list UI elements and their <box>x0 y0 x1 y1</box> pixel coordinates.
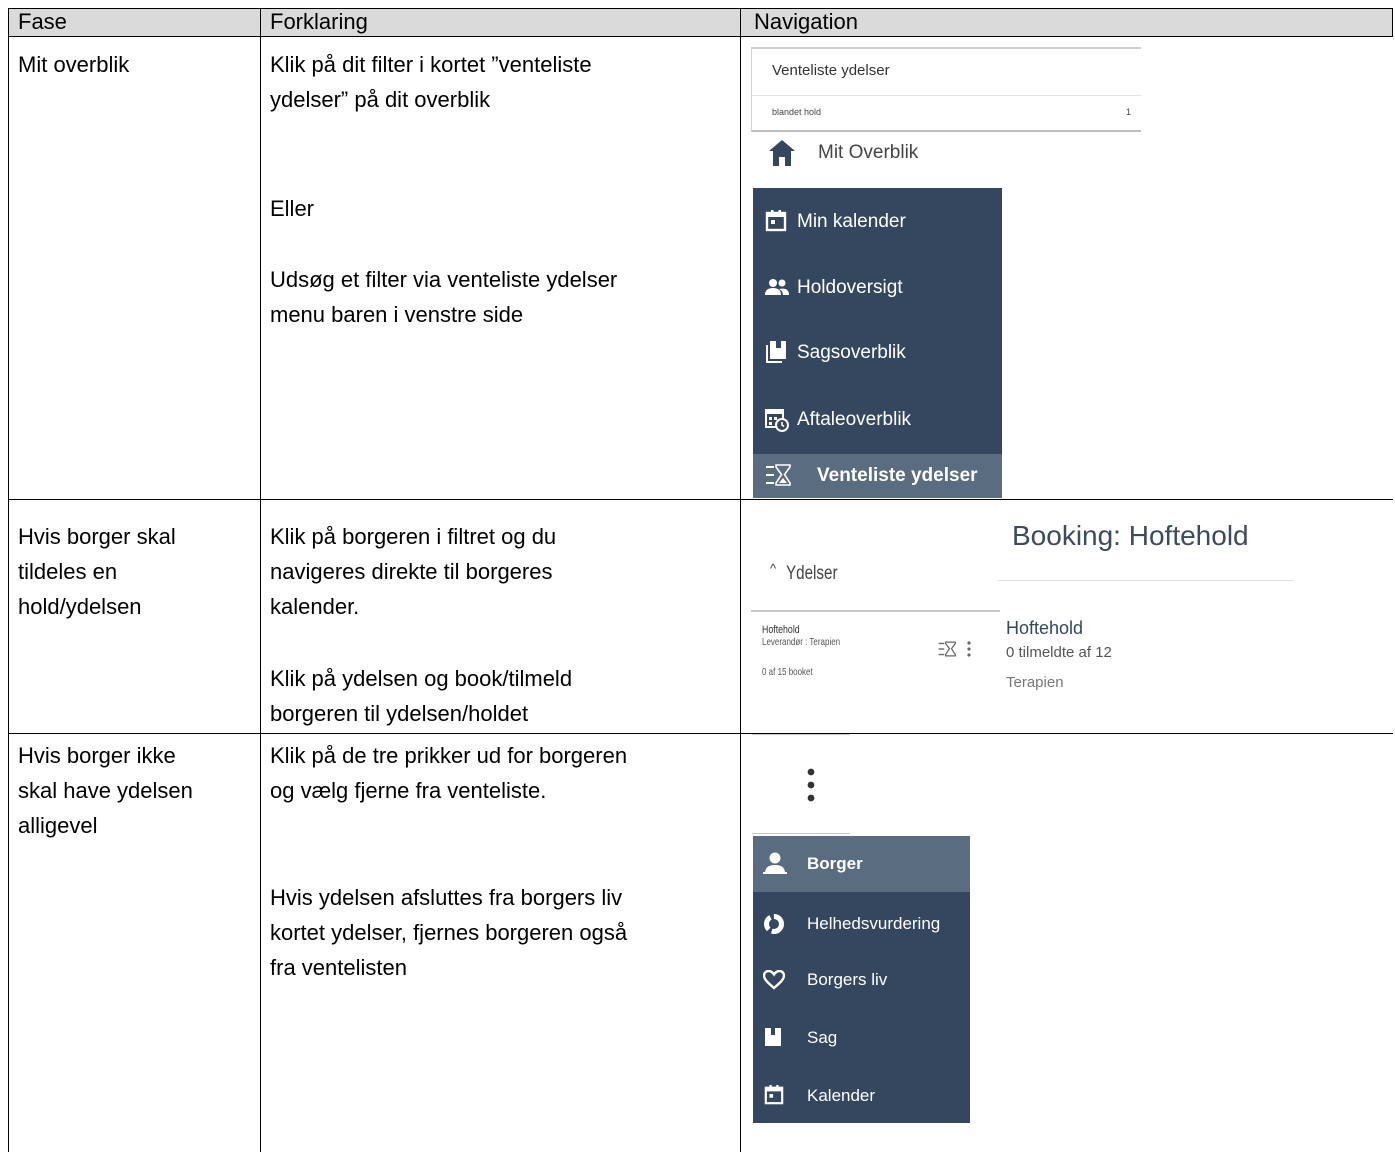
ydelse-provider: Leverandør : Terapien <box>762 637 841 648</box>
nav-item-kalender[interactable]: Kalender <box>753 1068 970 1123</box>
calendar-icon <box>765 210 787 232</box>
row2-text-line: Klik på ydelsen og book/tilmeld <box>270 666 573 691</box>
nav-label: Sag <box>807 1028 838 1047</box>
nav-label: Borgers liv <box>807 970 888 989</box>
waitlist-card-title: Venteliste ydelser <box>772 62 890 79</box>
nav-item-aftaleoverblik[interactable]: Aftaleoverblik <box>753 388 1002 450</box>
mit-overblik-label: Mit Overblik <box>818 142 919 163</box>
row3-text-line: Klik på de tre prikker ud for borgeren <box>270 743 628 768</box>
case-book-icon <box>766 341 786 363</box>
ydelse-name: Hoftehold <box>762 624 800 636</box>
nav-label: Venteliste ydelser <box>817 465 978 486</box>
nav-label: Min kalender <box>797 211 906 232</box>
row1-text-line: menu baren i venstre side <box>270 302 524 327</box>
heart-icon <box>763 970 785 990</box>
booking-card[interactable]: Hoftehold 0 tilmeldte af 12 Terapien <box>1006 616 1286 696</box>
row2-fase-line: tildeles en <box>18 559 118 584</box>
row2-text-line: navigeres direkte til borgeres <box>270 559 553 584</box>
booking-item-name: Hoftehold <box>1006 618 1084 638</box>
row2-text-line: borgeren til ydelsen/holdet <box>270 701 529 726</box>
row1-text-line: ydelser” på dit overblik <box>270 87 491 112</box>
header-navigation: Navigation <box>754 9 858 34</box>
nav-label: Sagsoverblik <box>797 342 906 363</box>
booking-count: 0 tilmeldte af 12 <box>1006 644 1112 661</box>
row3-text-line: og vælg fjerne fra venteliste. <box>270 778 547 803</box>
chevron-up-icon: ^ <box>770 561 777 576</box>
row3-fase-line: Hvis borger ikke <box>18 743 176 768</box>
row3-text-line: Hvis ydelsen afsluttes fra borgers liv <box>270 885 623 910</box>
row1-text-line: Klik på dit filter i kortet ”venteliste <box>270 52 592 77</box>
booking-provider: Terapien <box>1006 674 1064 691</box>
instruction-table: Fase Forklaring Navigation Mit overblik … <box>0 0 1393 1152</box>
row2-fase-line: hold/ydelsen <box>18 594 142 619</box>
nav-label: Kalender <box>807 1086 876 1105</box>
people-icon <box>765 279 789 295</box>
waitlist-filter-label[interactable]: blandet hold <box>772 107 821 117</box>
row3-fase-line: alligevel <box>18 813 98 838</box>
more-vert-icon[interactable] <box>966 640 972 658</box>
nav-item-sagsoverblik[interactable]: Sagsoverblik <box>753 322 1002 384</box>
nav-item-borger[interactable]: Borger <box>753 836 970 892</box>
appointment-calendar-icon <box>765 409 789 432</box>
nav-item-sag[interactable]: Sag <box>753 1010 970 1066</box>
nav-item-helhedsvurdering[interactable]: Helhedsvurdering <box>753 896 970 952</box>
nav-item-holdoversigt[interactable]: Holdoversigt <box>753 256 1002 318</box>
row3-text-line: kortet ydelser, fjernes borgeren også <box>270 920 628 945</box>
row1-text-line: Eller <box>270 196 315 221</box>
row2-fase-line: Hvis borger skal <box>18 524 176 549</box>
row1-fase: Mit overblik <box>18 52 130 77</box>
hourglass-list-icon[interactable] <box>938 640 956 658</box>
row3-text-line: fra ventelisten <box>270 955 407 980</box>
nav-item-min-kalender[interactable]: Min kalender <box>753 190 1002 252</box>
row1-text-line: Udsøg et filter via venteliste ydelser <box>270 267 618 292</box>
more-vert-icon[interactable] <box>806 767 816 803</box>
nav-item-venteliste-ydelser[interactable]: Venteliste ydelser <box>753 454 1002 498</box>
booking-title: Booking: Hoftehold <box>1012 520 1249 551</box>
nav-label: Borger <box>807 854 863 873</box>
table-header-row <box>8 9 1393 36</box>
calendar-icon <box>764 1085 784 1105</box>
nav-label: Aftaleoverblik <box>797 409 912 430</box>
waitlist-card[interactable]: Venteliste ydelser blandet hold 1 <box>751 47 1141 132</box>
row2-text-line: kalender. <box>270 594 360 619</box>
left-menu-bar: Min kalender Holdoversigt Sagsoverblik A… <box>753 188 1002 498</box>
hourglass-list-icon <box>766 464 791 486</box>
nav-item-mit-overblik[interactable]: Mit Overblik <box>752 130 1002 176</box>
header-fase: Fase <box>18 9 67 34</box>
ydelser-label: Ydelser <box>786 563 838 584</box>
nav-item-borgers-liv[interactable]: Borgers liv <box>753 952 970 1008</box>
header-forklaring: Forklaring <box>270 9 368 34</box>
home-icon <box>769 140 795 166</box>
donut-chart-icon <box>764 914 784 934</box>
row2-text-line: Klik på borgeren i filtret og du <box>270 524 557 549</box>
nav-label: Helhedsvurdering <box>807 914 941 933</box>
waitlist-filter-count: 1 <box>1125 107 1131 117</box>
person-icon <box>763 852 787 874</box>
ydelse-booked: 0 af 15 booket <box>762 667 813 678</box>
case-book-icon <box>765 1028 781 1046</box>
citizen-menu-bar: Borger Helhedsvurdering Borgers liv Sag <box>753 836 970 1123</box>
row3-fase-line: skal have ydelsen <box>18 778 193 803</box>
nav-label: Holdoversigt <box>797 277 903 298</box>
ydelse-list-item[interactable]: Hoftehold Leverandør : Terapien 0 af 15 … <box>762 624 992 684</box>
